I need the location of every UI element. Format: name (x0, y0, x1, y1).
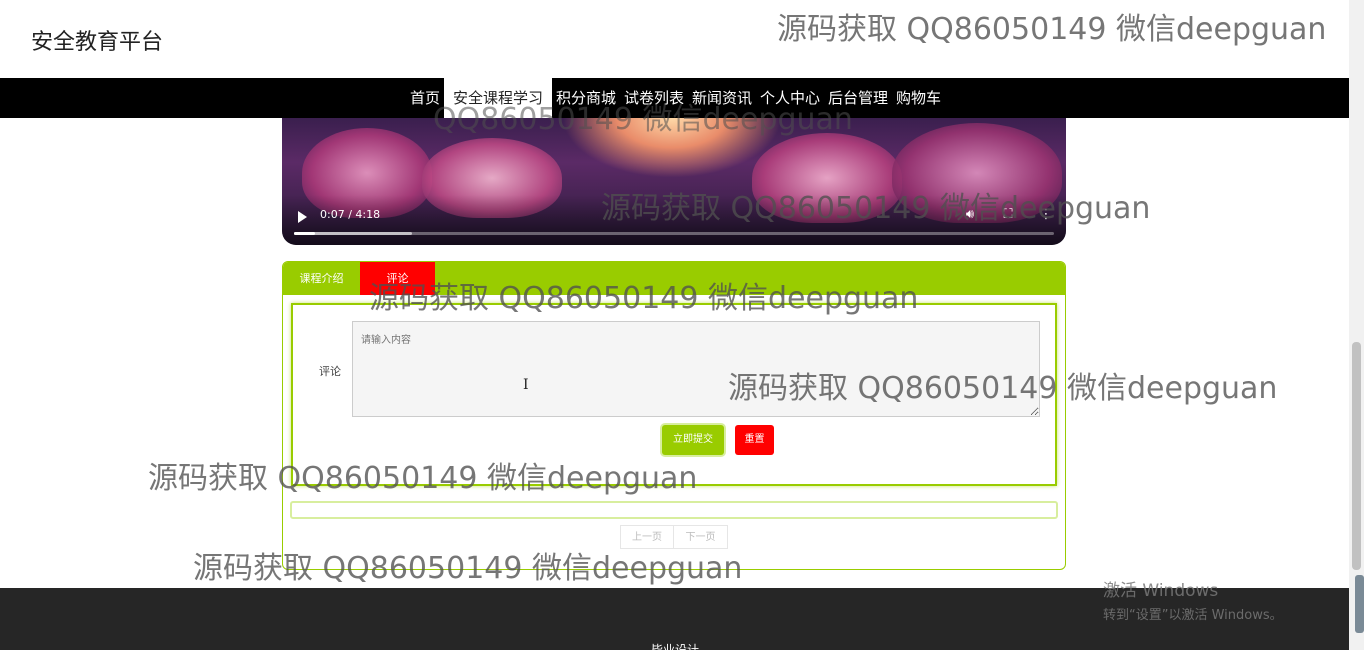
nav-item-safety-course[interactable]: 安全课程学习 (443, 78, 552, 118)
comment-textarea[interactable] (352, 321, 1040, 417)
comment-form: 评论 I 立即提交 重置 (291, 303, 1057, 486)
nav-item-home[interactable]: 首页 (406, 78, 444, 118)
video-frame-glow (562, 118, 782, 178)
nav-item-points-mall[interactable]: 积分商城 (552, 78, 620, 118)
nav-item-admin[interactable]: 后台管理 (824, 78, 892, 118)
nav-item-personal-center[interactable]: 个人中心 (756, 78, 824, 118)
side-widget (1355, 575, 1364, 633)
site-title: 安全教育平台 (31, 30, 164, 55)
scrollbar-thumb[interactable] (1352, 342, 1361, 570)
course-panel: 课程介绍 评论 评论 I 立即提交 重置 上一页 下一页 (282, 261, 1066, 570)
text-cursor-icon: I (523, 377, 529, 393)
nav-item-exam-list[interactable]: 试卷列表 (620, 78, 688, 118)
nav-item-news[interactable]: 新闻资讯 (688, 78, 756, 118)
nav-item-cart[interactable]: 购物车 (892, 78, 945, 118)
video-time: 0:07 / 4:18 (320, 208, 381, 221)
tab-course-intro[interactable]: 课程介绍 (283, 262, 360, 295)
main-nav: 首页 安全课程学习 积分商城 试卷列表 新闻资讯 个人中心 后台管理 购物车 (0, 78, 1349, 118)
course-tabs: 课程介绍 评论 (283, 262, 1065, 295)
fullscreen-icon[interactable]: ⛶ (998, 205, 1018, 225)
footer-text: 毕业设计 (651, 643, 700, 650)
video-progress-bar[interactable] (294, 232, 1054, 235)
video-played (294, 232, 316, 235)
activation-subtitle: 转到“设置”以激活 Windows。 (1103, 608, 1283, 623)
video-player[interactable]: 0:07 / 4:18 🔊︎ ⛶ ⋮ (282, 118, 1066, 245)
page: 安全教育平台 首页 安全课程学习 积分商城 试卷列表 新闻资讯 个人中心 后台管… (0, 0, 1364, 650)
tab-comment[interactable]: 评论 (360, 262, 435, 295)
prev-page-button[interactable]: 上一页 (620, 525, 674, 549)
video-controls: 0:07 / 4:18 🔊︎ ⛶ ⋮ (282, 195, 1066, 245)
activation-title: 激活 Windows (1103, 581, 1219, 601)
site-header: 安全教育平台 (0, 0, 1349, 78)
page-scrollbar[interactable] (1349, 0, 1364, 650)
volume-icon[interactable]: 🔊︎ (960, 205, 980, 225)
reset-button[interactable]: 重置 (735, 425, 774, 455)
comment-list (290, 501, 1058, 519)
pagination: 上一页 下一页 (620, 525, 728, 549)
comment-label: 评论 (319, 365, 341, 378)
next-page-button[interactable]: 下一页 (674, 525, 728, 549)
submit-button[interactable]: 立即提交 (662, 425, 724, 455)
play-icon[interactable] (298, 211, 307, 223)
windows-activation-notice: 激活 Windows 转到“设置”以激活 Windows。 (1103, 576, 1283, 623)
more-icon[interactable]: ⋮ (1036, 205, 1056, 225)
